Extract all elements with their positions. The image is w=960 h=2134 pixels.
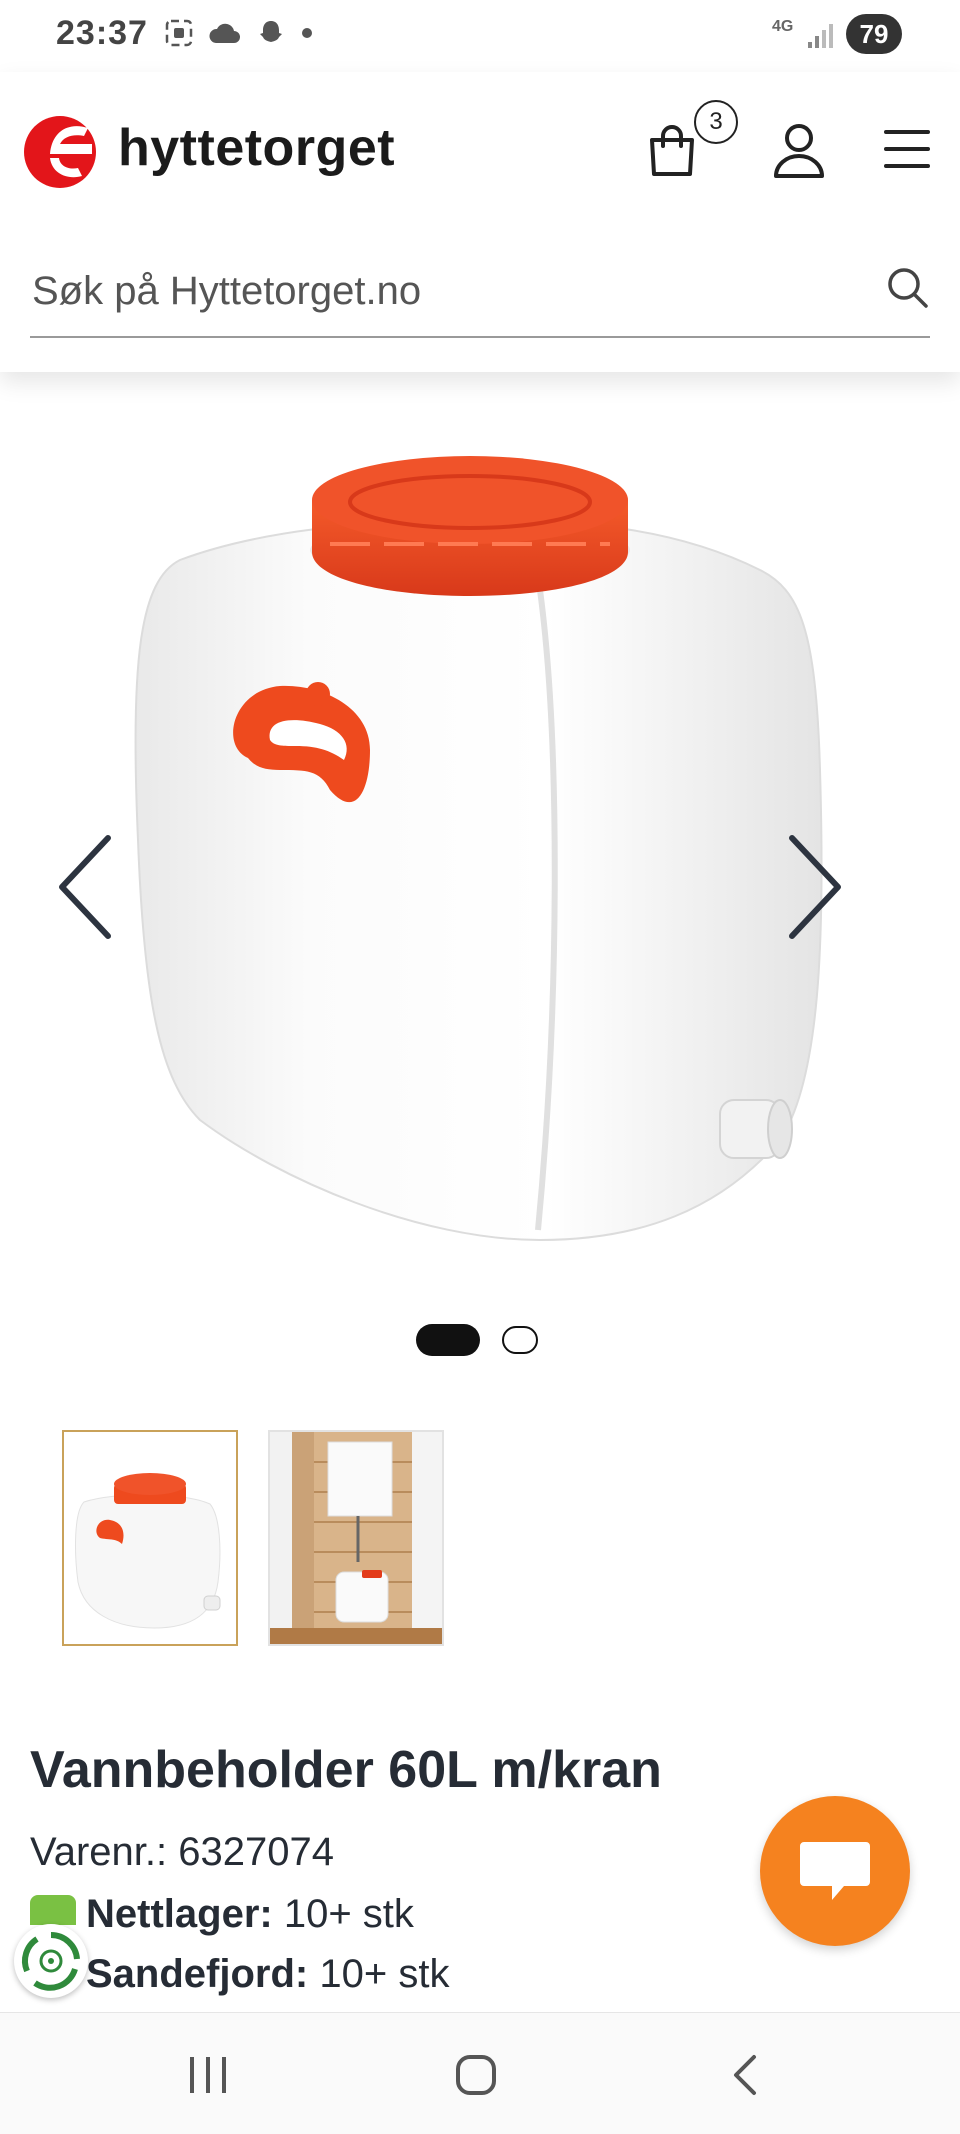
- network-type: 4G: [772, 18, 794, 35]
- chat-button[interactable]: [760, 1796, 910, 1946]
- chevron-left-icon[interactable]: [52, 832, 122, 942]
- home-icon[interactable]: [454, 2053, 498, 2097]
- account-button[interactable]: [772, 122, 826, 183]
- snapchat-icon: [260, 21, 282, 42]
- carousel-dot-active[interactable]: [416, 1324, 480, 1356]
- stock-location: Nettlager:: [86, 1892, 273, 1936]
- menu-button[interactable]: [884, 128, 930, 175]
- product-sku: Varenr.: 6327074: [30, 1830, 334, 1875]
- stock-line-store: Sandefjord: 10+ stk: [86, 1952, 449, 1997]
- eco-badge[interactable]: [14, 1924, 88, 1998]
- search-icon[interactable]: [886, 266, 930, 310]
- carousel-dots: [416, 1324, 538, 1356]
- status-time: 23:37: [56, 14, 148, 52]
- screenshot-icon: [165, 19, 193, 47]
- water-tank-thumbnail: [75, 1473, 221, 1629]
- sku-value: 6327074: [178, 1830, 334, 1874]
- signal-icon: [808, 24, 833, 48]
- sku-label: Varenr.:: [30, 1830, 168, 1874]
- stock-qty: 10+ stk: [283, 1892, 414, 1936]
- chevron-right-icon[interactable]: [778, 832, 848, 942]
- search-input[interactable]: [30, 260, 854, 322]
- stock-location: Sandefjord:: [86, 1952, 309, 1996]
- brand-logo[interactable]: [22, 114, 98, 195]
- back-icon[interactable]: [728, 2053, 762, 2097]
- cart-button[interactable]: [646, 122, 698, 183]
- system-navigation-bar: [0, 2012, 960, 2134]
- search-bar: [30, 248, 930, 338]
- water-tank-image: [134, 456, 823, 1242]
- cloud-icon: [209, 23, 240, 43]
- stock-qty: 10+ stk: [319, 1952, 450, 1996]
- stock-line-online: Nettlager: 10+ stk: [86, 1892, 414, 1937]
- chat-icon: [800, 1842, 870, 1900]
- thumbnail-2[interactable]: [268, 1430, 444, 1646]
- cart-count-badge: 3: [694, 100, 738, 144]
- brand-name[interactable]: hyttetorget: [118, 118, 395, 178]
- installation-thumbnail: [270, 1432, 442, 1644]
- stock-status-indicator: [30, 1895, 76, 1925]
- cart-icon: [650, 125, 694, 176]
- carousel-dot[interactable]: [502, 1326, 538, 1354]
- status-bar: 23:37 4G 79: [0, 0, 960, 72]
- eco-icon: [22, 1931, 80, 1991]
- brand-logo-icon: [24, 116, 96, 188]
- menu-icon: [884, 130, 930, 168]
- thumbnail-1[interactable]: [62, 1430, 238, 1646]
- user-icon: [774, 124, 824, 178]
- product-main-image[interactable]: [120, 440, 840, 1260]
- battery-indicator: 79: [846, 14, 902, 54]
- recents-icon[interactable]: [186, 2055, 230, 2095]
- product-title: Vannbeholder 60L m/kran: [30, 1741, 662, 1799]
- status-notification-icons: [164, 18, 314, 48]
- dot-icon: [302, 28, 312, 38]
